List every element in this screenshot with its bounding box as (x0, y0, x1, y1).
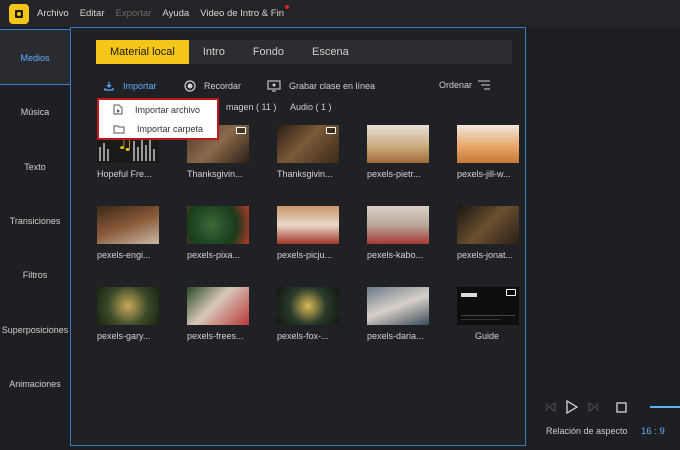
sidebar-item-filtros[interactable]: Filtros (0, 270, 70, 280)
media-tile[interactable]: pexels-pietr... (367, 125, 439, 179)
video-camera-icon (236, 127, 246, 134)
screen-record-icon (267, 80, 281, 92)
tab-intro[interactable]: Intro (189, 40, 239, 64)
menu-ayuda[interactable]: Ayuda (162, 8, 189, 19)
import-file-option[interactable]: Importar archivo (99, 100, 217, 119)
media-label: pexels-jill-w... (457, 169, 511, 179)
playback-controls (546, 400, 637, 414)
menu-editar[interactable]: Editar (80, 8, 105, 19)
menu-bar: Archivo Editar Exportar Ayuda Video de I… (0, 0, 680, 27)
import-button[interactable]: Importar (103, 80, 157, 92)
media-label: Hopeful Fre... (97, 169, 152, 179)
menu-exportar[interactable]: Exportar (116, 8, 152, 19)
media-tile[interactable]: Guide (457, 287, 529, 341)
media-tile[interactable]: pexels-daria... (367, 287, 439, 341)
record-button[interactable]: Recordar (184, 80, 241, 92)
seek-bar[interactable] (650, 406, 680, 408)
video-camera-icon (506, 289, 516, 296)
media-label: pexels-gary... (97, 331, 151, 341)
preview-panel (527, 27, 680, 446)
image-thumbnail (187, 287, 249, 325)
filter-image[interactable]: magen ( 11 ) (226, 102, 276, 112)
menu-video-intro-fin[interactable]: Video de Intro & Fin (200, 5, 289, 19)
media-panel: Material local Intro Fondo Escena Import… (70, 27, 526, 446)
play-icon[interactable] (566, 400, 578, 414)
media-tile[interactable]: pexels-gary... (97, 287, 169, 341)
folder-icon (113, 125, 125, 133)
menu-video-intro-fin-label: Video de Intro & Fin (200, 8, 284, 19)
next-frame-icon[interactable] (588, 402, 598, 412)
import-icon (104, 82, 114, 91)
filter-audio[interactable]: Audio ( 1 ) (290, 102, 332, 112)
menu-archivo[interactable]: Archivo (37, 8, 69, 19)
media-label: pexels-daria... (367, 331, 424, 341)
record-icon (184, 80, 196, 92)
import-folder-option[interactable]: Importar carpeta (99, 119, 217, 138)
media-label: Thanksgivin... (277, 169, 333, 179)
sidebar: Medios Música Texto Transiciones Filtros… (0, 27, 70, 446)
media-tile[interactable]: pexels-engi... (97, 206, 169, 260)
tab-material-local[interactable]: Material local (96, 40, 189, 64)
media-tile[interactable]: pexels-jill-w... (457, 125, 529, 179)
media-tile[interactable]: pexels-jonat... (457, 206, 529, 260)
sidebar-item-superposiciones[interactable]: Superposiciones (0, 325, 70, 335)
media-tile[interactable]: pexels-pixa... (187, 206, 259, 260)
media-label: pexels-jonat... (457, 250, 514, 260)
image-thumbnail (367, 287, 429, 325)
media-label: pexels-pixa... (187, 250, 241, 260)
media-label: pexels-fox-... (277, 331, 329, 341)
file-icon (113, 104, 123, 115)
media-tile[interactable]: pexels-kabo... (367, 206, 439, 260)
image-thumbnail (367, 125, 429, 163)
media-label: Guide (475, 331, 500, 341)
media-label: pexels-engi... (97, 250, 151, 260)
video-thumbnail (277, 125, 339, 163)
media-tile[interactable]: pexels-frees... (187, 287, 259, 341)
image-thumbnail (97, 287, 159, 325)
record-label: Recordar (204, 81, 242, 91)
sidebar-item-medios[interactable]: Medios (0, 29, 70, 85)
import-file-label: Importar archivo (135, 104, 201, 115)
media-label: pexels-pietr... (367, 169, 421, 179)
sort-label: Ordenar (439, 80, 473, 90)
app-logo-icon (9, 3, 29, 24)
notification-dot-icon (284, 5, 289, 9)
media-tile[interactable]: pexels-picju... (277, 206, 349, 260)
sidebar-item-texto[interactable]: Texto (0, 162, 70, 172)
video-thumbnail (457, 287, 519, 325)
tab-escena[interactable]: Escena (298, 40, 363, 64)
tab-bar: Material local Intro Fondo Escena (96, 40, 512, 64)
media-label: pexels-kabo... (367, 250, 424, 260)
sidebar-item-musica[interactable]: Música (0, 107, 70, 117)
image-thumbnail (367, 206, 429, 244)
video-camera-icon (326, 127, 336, 134)
stop-icon[interactable] (616, 401, 627, 413)
sidebar-item-transiciones[interactable]: Transiciones (0, 216, 70, 226)
previous-frame-icon[interactable] (546, 402, 556, 412)
image-thumbnail (457, 125, 519, 163)
record-online-class-label: Grabar clase en línea (289, 81, 376, 91)
record-online-class-button[interactable]: Grabar clase en línea (267, 80, 375, 92)
tab-fondo[interactable]: Fondo (239, 40, 298, 64)
image-thumbnail (277, 206, 339, 244)
image-thumbnail (277, 287, 339, 325)
image-thumbnail (97, 206, 159, 244)
import-folder-label: Importar carpeta (137, 123, 204, 134)
aspect-ratio-label: Relación de aspecto (546, 426, 628, 436)
image-thumbnail (187, 206, 249, 244)
import-dropdown-menu: Importar archivo Importar carpeta (97, 98, 219, 140)
media-label: pexels-picju... (277, 250, 333, 260)
sort-button[interactable]: Ordenar (439, 80, 498, 90)
aspect-ratio-value[interactable]: 16 : 9 (641, 426, 665, 437)
media-label: pexels-frees... (187, 331, 244, 341)
media-tile[interactable]: pexels-fox-... (277, 287, 349, 341)
media-tile[interactable]: Thanksgivin... (277, 125, 349, 179)
import-label: Importar (123, 81, 157, 91)
sort-list-icon (478, 80, 491, 90)
sidebar-item-animaciones[interactable]: Animaciones (0, 379, 70, 389)
media-label: Thanksgivin... (187, 169, 243, 179)
image-thumbnail (457, 206, 519, 244)
